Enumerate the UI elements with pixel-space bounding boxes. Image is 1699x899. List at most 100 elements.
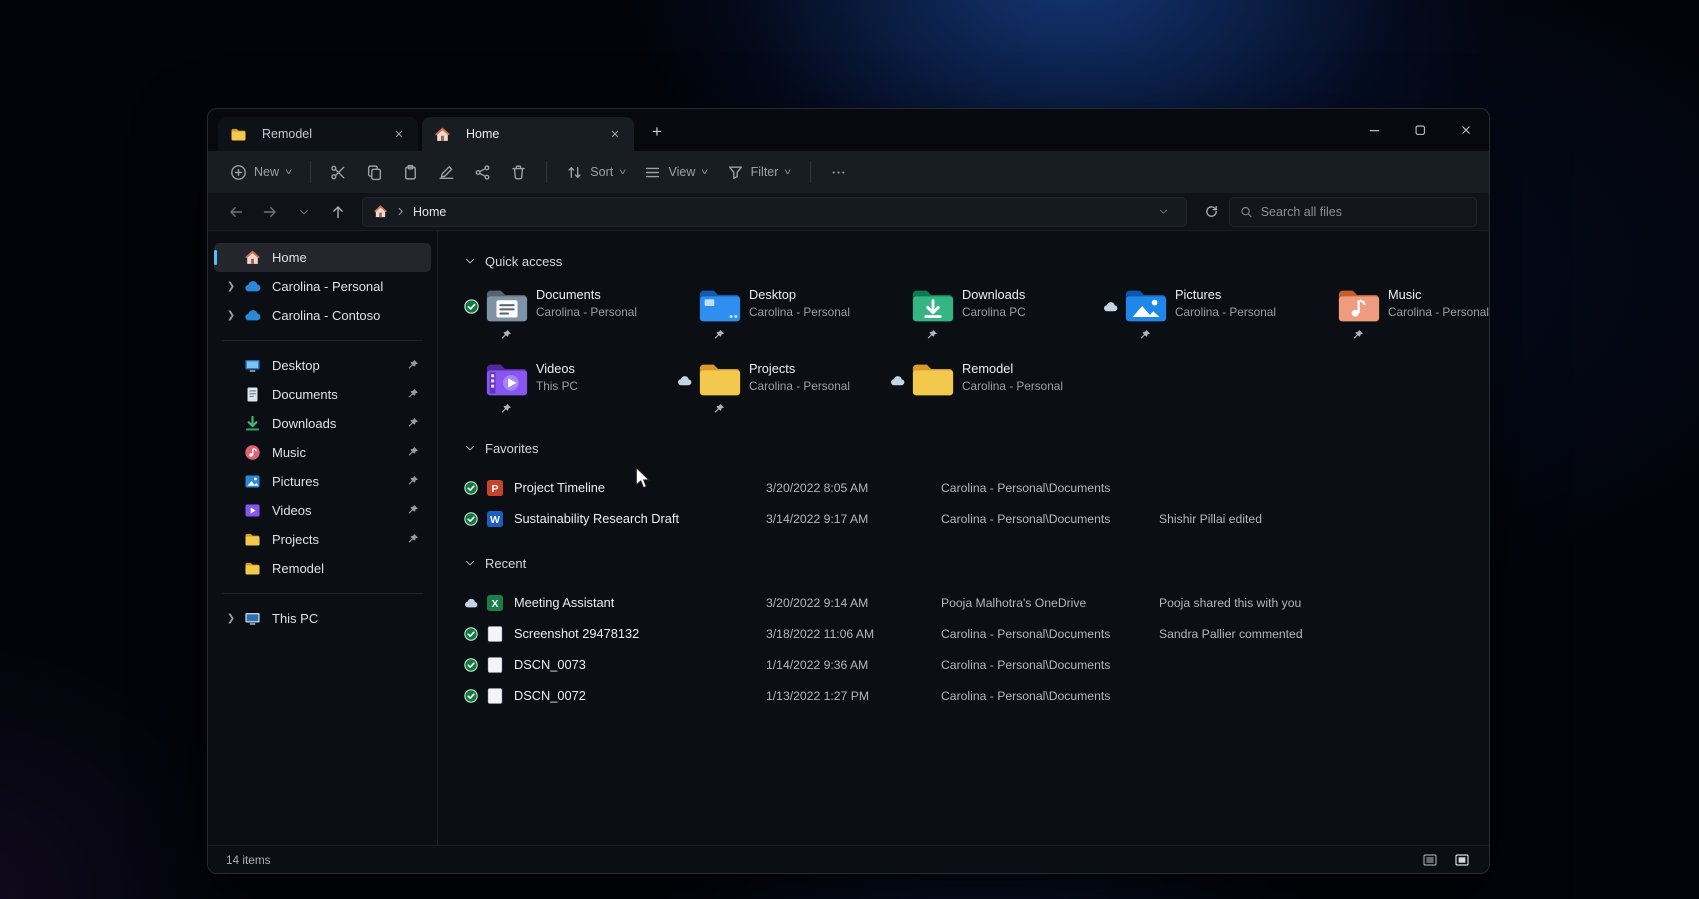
synced-icon — [464, 511, 478, 526]
quick-access-tile[interactable]: Downloads Carolina PC — [890, 283, 1103, 347]
sidebar-item[interactable]: ❯ This PC — [214, 604, 431, 633]
refresh-button[interactable] — [1195, 197, 1227, 227]
folder-yellow-icon — [910, 360, 956, 400]
maximize-button[interactable] — [1397, 109, 1443, 151]
tile-text: Downloads Carolina PC — [962, 283, 1103, 319]
filter-button[interactable]: Filter ˅ — [719, 156, 799, 188]
copy-button[interactable] — [358, 156, 391, 188]
section-recent-header[interactable]: Recent — [464, 553, 1489, 573]
new-tab-button[interactable]: + — [642, 117, 672, 147]
pin-icon — [1139, 328, 1151, 346]
svg-text:W: W — [490, 514, 500, 526]
recent-locations-button[interactable] — [288, 197, 320, 227]
section-title: Quick access — [485, 253, 563, 269]
section-quick-access-header[interactable]: Quick access — [464, 251, 1489, 271]
tile-text: Remodel Carolina - Personal — [962, 357, 1103, 393]
collapse-chevron-icon — [466, 560, 474, 566]
file-activity: Shishir Pillai edited — [1159, 511, 1262, 526]
sidebar-item-label: Home — [272, 250, 307, 265]
cut-button[interactable] — [322, 156, 355, 188]
file-explorer-window: Remodel ✕ Home ✕ + New ˅ Sort ˅ View ˅ F… — [207, 108, 1490, 874]
quick-access-tile[interactable]: Projects Carolina - Personal — [677, 357, 890, 421]
sidebar-item[interactable]: Remodel — [214, 554, 431, 583]
cloud-icon — [244, 278, 261, 295]
tab-label: Remodel — [262, 127, 313, 141]
breadcrumb[interactable]: Home — [362, 196, 1187, 227]
folder-icon — [230, 126, 247, 143]
recent-list: X Meeting Assistant 3/20/2022 9:14 AM Po… — [464, 587, 1489, 711]
sidebar-item-label: Carolina - Personal — [272, 279, 384, 294]
breadcrumb-chevron-icon — [398, 207, 403, 216]
music-mini-icon — [244, 444, 261, 461]
minimize-button[interactable] — [1351, 109, 1397, 151]
new-label: New — [254, 165, 280, 179]
tab-remodel[interactable]: Remodel ✕ — [218, 117, 418, 151]
share-button[interactable] — [466, 156, 499, 188]
toolbar-divider — [809, 161, 811, 183]
search-input[interactable] — [1260, 204, 1466, 219]
sidebar-item[interactable]: Pictures — [214, 467, 431, 496]
paste-button[interactable] — [394, 156, 427, 188]
new-button[interactable]: New ˅ — [222, 156, 299, 188]
details-view-button[interactable] — [1417, 849, 1443, 871]
file-row[interactable]: W Sustainability Research Draft 3/14/202… — [464, 503, 1489, 534]
sort-button[interactable]: Sort ˅ — [558, 156, 633, 188]
folder-downloads-icon — [910, 286, 956, 326]
folder-music-icon — [1336, 286, 1382, 326]
rename-button[interactable] — [430, 156, 463, 188]
tab-home[interactable]: Home ✕ — [422, 117, 634, 151]
svg-text:X: X — [491, 598, 498, 610]
sidebar-item[interactable]: ❯ Carolina - Personal — [214, 272, 431, 301]
view-button[interactable]: View ˅ — [636, 156, 715, 188]
file-name: Project Timeline — [514, 480, 606, 495]
sidebar-item[interactable]: Videos — [214, 496, 431, 525]
sidebar-item[interactable]: Home — [214, 243, 431, 272]
sidebar-item[interactable]: Documents — [214, 380, 431, 409]
expand-chevron-icon[interactable]: ❯ — [222, 613, 240, 624]
home-icon — [373, 204, 388, 219]
expand-chevron-icon[interactable]: ❯ — [222, 310, 240, 321]
file-row[interactable]: P Project Timeline 3/20/2022 8:05 AM Car… — [464, 472, 1489, 503]
quick-access-tile[interactable]: Pictures Carolina - Personal — [1103, 283, 1316, 347]
address-bar: Home — [208, 193, 1489, 231]
sidebar-item[interactable]: Downloads — [214, 409, 431, 438]
sidebar-item[interactable]: Projects — [214, 525, 431, 554]
address-dropdown-button[interactable] — [1150, 200, 1176, 224]
cloud-status-icon — [464, 596, 478, 610]
quick-access-tile[interactable]: Videos This PC — [464, 357, 677, 421]
file-path: Carolina - Personal\Documents — [941, 657, 1111, 672]
quick-access-tile[interactable]: Music Carolina - Personal — [1316, 283, 1489, 347]
tab-close-icon[interactable]: ✕ — [388, 123, 410, 145]
word-icon: W — [486, 510, 504, 528]
large-icons-view-button[interactable] — [1449, 849, 1475, 871]
more-options-button[interactable] — [822, 156, 855, 188]
sidebar-item[interactable]: ❯ Carolina - Contoso — [214, 301, 431, 330]
back-button[interactable] — [220, 197, 252, 227]
synced-icon — [464, 480, 478, 495]
file-row[interactable]: DSCN_0073 1/14/2022 9:36 AM Carolina - P… — [464, 649, 1489, 680]
sidebar-item[interactable]: Music — [214, 438, 431, 467]
quick-access-tile[interactable]: Desktop Carolina - Personal — [677, 283, 890, 347]
file-path: Pooja Malhotra's OneDrive — [941, 595, 1087, 610]
close-button[interactable] — [1443, 109, 1489, 151]
section-favorites-header[interactable]: Favorites — [464, 438, 1489, 458]
delete-button[interactable] — [502, 156, 535, 188]
search-box[interactable] — [1229, 196, 1477, 227]
quick-access-tile[interactable]: Remodel Carolina - Personal — [890, 357, 1103, 421]
breadcrumb-segment[interactable]: Home — [413, 205, 446, 219]
folder-desktop-icon — [697, 286, 743, 326]
sidebar-item[interactable]: Desktop — [214, 351, 431, 380]
folder-yellow-icon — [697, 360, 743, 400]
file-row[interactable]: DSCN_0072 1/13/2022 1:27 PM Carolina - P… — [464, 680, 1489, 711]
tab-close-icon[interactable]: ✕ — [604, 123, 626, 145]
explorer-body: Home ❯ Carolina - Personal ❯ Carolina - … — [208, 231, 1489, 845]
up-button[interactable] — [322, 197, 354, 227]
quick-access-tile[interactable]: Documents Carolina - Personal — [464, 283, 677, 347]
forward-button[interactable] — [254, 197, 286, 227]
pin-icon — [500, 402, 512, 420]
file-row[interactable]: X Meeting Assistant 3/20/2022 9:14 AM Po… — [464, 587, 1489, 618]
navigation-pane: Home ❯ Carolina - Personal ❯ Carolina - … — [208, 231, 438, 845]
expand-chevron-icon[interactable]: ❯ — [222, 281, 240, 292]
sidebar-divider — [222, 593, 423, 594]
file-row[interactable]: Screenshot 29478132 3/18/2022 11:06 AM C… — [464, 618, 1489, 649]
